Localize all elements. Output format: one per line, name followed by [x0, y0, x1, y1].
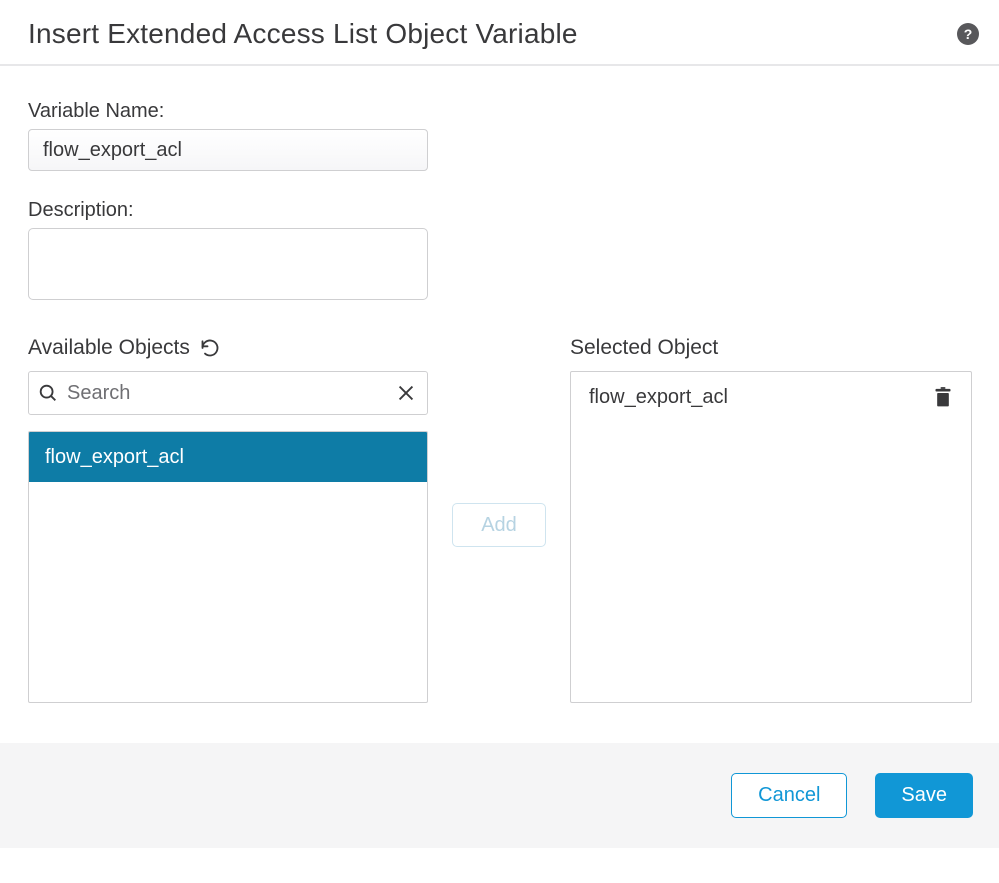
description-label: Description:	[28, 199, 971, 222]
search-input[interactable]	[65, 381, 395, 406]
dialog-header: Insert Extended Access List Object Varia…	[0, 0, 999, 66]
available-column: Available Objects	[28, 333, 428, 703]
dual-list: Available Objects	[28, 333, 971, 703]
dialog-footer: Cancel Save	[0, 743, 999, 848]
available-header-row: Available Objects	[28, 333, 428, 363]
trash-icon[interactable]	[933, 387, 953, 409]
dialog-title: Insert Extended Access List Object Varia…	[28, 18, 578, 50]
save-button[interactable]: Save	[875, 773, 973, 818]
dialog: Insert Extended Access List Object Varia…	[0, 0, 999, 848]
dialog-body: Variable Name: Description: Available Ob…	[0, 66, 999, 743]
transfer-column: Add	[452, 333, 546, 547]
clear-x-icon[interactable]	[395, 382, 417, 404]
available-list-item[interactable]: flow_export_acl	[29, 432, 427, 482]
description-field: Description:	[28, 199, 971, 305]
help-icon[interactable]: ?	[957, 23, 979, 45]
variable-name-label: Variable Name:	[28, 100, 971, 123]
available-header: Available Objects	[28, 336, 190, 360]
search-wrap	[28, 371, 428, 415]
selected-header-row: Selected Object	[570, 333, 972, 363]
add-button[interactable]: Add	[452, 503, 546, 547]
selected-list: flow_export_acl	[570, 371, 972, 703]
cancel-button[interactable]: Cancel	[731, 773, 847, 818]
selected-header: Selected Object	[570, 336, 718, 360]
variable-name-input[interactable]	[28, 129, 428, 171]
refresh-icon[interactable]	[200, 338, 220, 358]
available-list: flow_export_acl	[28, 431, 428, 703]
selected-column: Selected Object flow_export_acl	[570, 333, 972, 703]
selected-item-label: flow_export_acl	[589, 386, 728, 409]
variable-name-field: Variable Name:	[28, 100, 971, 171]
description-input[interactable]	[28, 228, 428, 300]
search-icon	[37, 382, 59, 404]
selected-list-item: flow_export_acl	[571, 372, 971, 409]
